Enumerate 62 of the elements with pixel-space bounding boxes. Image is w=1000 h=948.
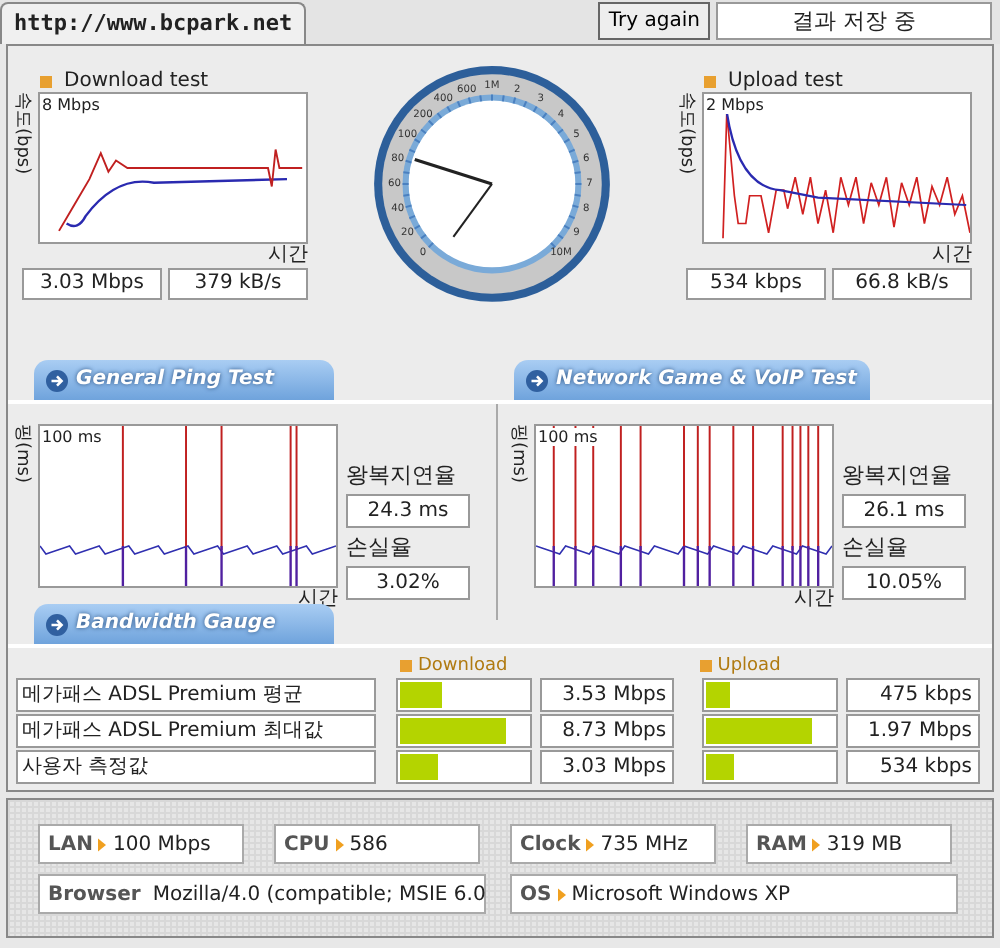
arrow-icon xyxy=(46,613,68,635)
row-label: 메가패스 ADSL Premium 최대값 xyxy=(16,714,377,748)
info-value: 319 MB xyxy=(826,833,903,855)
axis-label: 핑(ms) xyxy=(508,424,530,487)
ping-graph: 100 ms xyxy=(534,424,834,588)
info-value: Microsoft Windows XP xyxy=(571,883,791,905)
speed-value: 3.53 Mbps xyxy=(540,678,675,712)
test-title: Upload test xyxy=(676,70,972,92)
arrow-icon xyxy=(46,369,68,391)
test-title: Download test xyxy=(12,70,308,92)
row-label: 메가패스 ADSL Premium 평균 xyxy=(16,678,377,712)
speed-value: 8.73 Mbps xyxy=(540,714,675,748)
rate-value: 379 kB/s xyxy=(168,268,308,300)
site-tab[interactable]: http://www.bcpark.net xyxy=(0,2,307,44)
info-label: RAM xyxy=(756,833,807,855)
info-value: Mozilla/4.0 (compatible; MSIE 6.0 xyxy=(152,883,486,905)
speed-graph: 8 Mbps xyxy=(38,92,308,244)
speed-value: 3.03 Mbps xyxy=(540,750,675,784)
speed-graph: 2 Mbps xyxy=(702,92,972,244)
column-header: Download xyxy=(400,654,508,678)
latency-value: 26.1 ms xyxy=(842,494,966,528)
info-label: OS xyxy=(520,883,552,905)
axis-label: 시간 xyxy=(794,588,834,612)
section-tab[interactable]: General Ping Test xyxy=(34,360,334,400)
column-header: Upload xyxy=(699,654,781,678)
loss-label: 손실율 xyxy=(346,532,414,562)
latency-value: 24.3 ms xyxy=(346,494,470,528)
latency-label: 왕복지연율 xyxy=(842,460,954,490)
arrow-icon xyxy=(526,369,548,391)
section-tab[interactable]: Network Game & VoIP Test xyxy=(514,360,870,400)
ping-graph: 100 ms xyxy=(38,424,338,588)
pointer-icon xyxy=(557,887,566,901)
section-tab[interactable]: Bandwidth Gauge xyxy=(34,604,334,644)
axis-label: 속도(bps) xyxy=(676,92,698,175)
axis-label: 속도(bps) xyxy=(12,92,34,175)
speed-value: 1.97 Mbps xyxy=(846,714,980,748)
info-label: Browser xyxy=(48,883,141,905)
info-value: 100 Mbps xyxy=(112,833,211,855)
info-label: LAN xyxy=(48,833,93,855)
loss-value: 3.02% xyxy=(346,566,470,600)
info-label: Clock xyxy=(520,833,581,855)
info-label: CPU xyxy=(284,833,330,855)
status-field: 결과 저장 중 xyxy=(716,2,992,40)
loss-label: 손실율 xyxy=(842,532,910,562)
pointer-icon xyxy=(586,837,595,851)
pointer-icon xyxy=(812,837,821,851)
info-value: 586 xyxy=(349,833,388,855)
pointer-icon xyxy=(335,837,344,851)
axis-label: 핑(ms) xyxy=(12,424,34,487)
speed-value: 534 kbps xyxy=(846,750,980,784)
speed-value: 3.03 Mbps xyxy=(22,268,162,300)
loss-value: 10.05% xyxy=(842,566,966,600)
row-label: 사용자 측정값 xyxy=(16,750,377,784)
try-again-button[interactable]: Try again xyxy=(598,2,710,40)
pointer-icon xyxy=(98,837,107,851)
info-value: 735 MHz xyxy=(600,833,688,855)
speed-value: 534 kbps xyxy=(686,268,826,300)
speed-value: 475 kbps xyxy=(846,678,980,712)
axis-label: 시간 xyxy=(932,244,972,268)
rate-value: 66.8 kB/s xyxy=(832,268,972,300)
axis-label: 시간 xyxy=(268,244,308,268)
latency-label: 왕복지연율 xyxy=(346,460,458,490)
